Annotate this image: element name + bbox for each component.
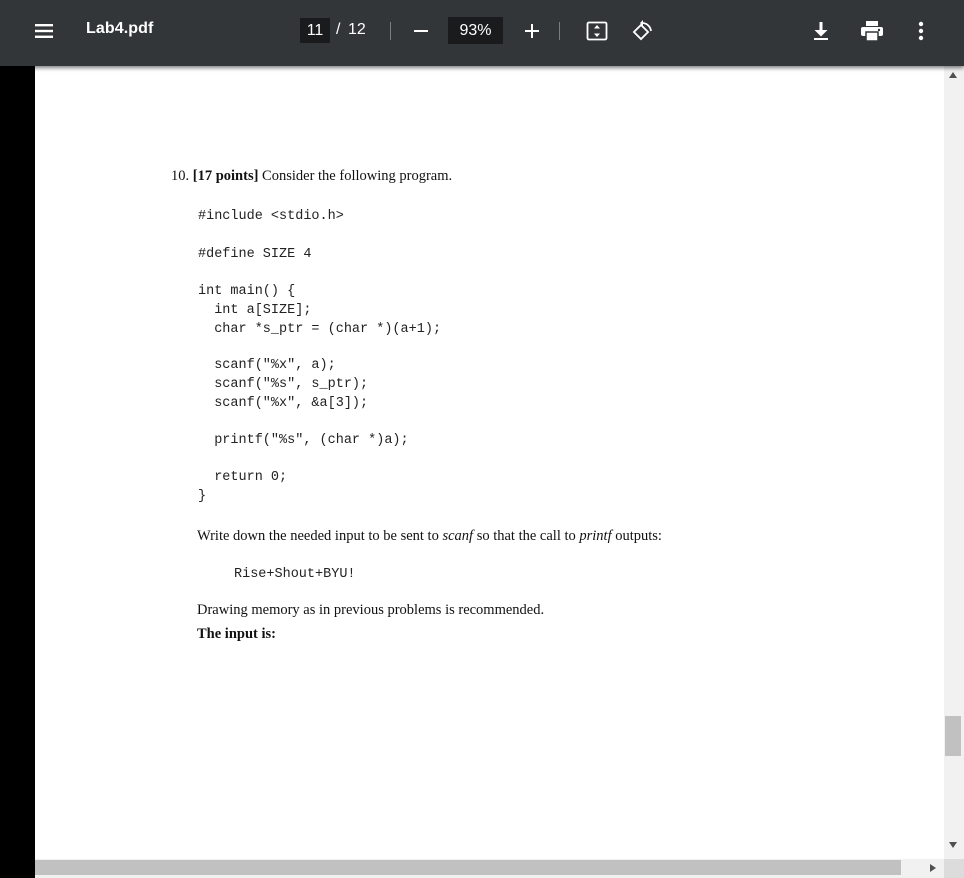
total-pages: 12 (348, 21, 366, 39)
printer-icon (860, 20, 884, 42)
code-close: } (198, 487, 206, 506)
pdf-toolbar: Lab4.pdf 11 / 12 93% (0, 0, 964, 66)
rotate-icon (630, 19, 654, 43)
download-icon (812, 21, 830, 41)
print-button[interactable] (858, 17, 886, 45)
instruction-text: Write down the needed input to be sent t… (197, 528, 662, 545)
zoom-out-button[interactable] (410, 17, 432, 45)
scrollbar-corner (944, 859, 964, 878)
zoom-in-button[interactable] (519, 17, 545, 45)
question-number: 10. (171, 168, 189, 184)
scroll-up-arrow-icon[interactable] (949, 72, 957, 78)
pdf-viewer: 10. [17 points] Consider the following p… (35, 66, 964, 878)
menu-button[interactable] (26, 15, 62, 47)
horizontal-scrollbar-thumb[interactable] (35, 860, 901, 875)
question-text: Consider the following program. (262, 168, 452, 184)
code-define: #define SIZE 4 (198, 245, 311, 264)
code-return: return 0; (198, 468, 287, 487)
question-heading: 10. [17 points] Consider the following p… (171, 168, 452, 185)
document-title: Lab4.pdf (86, 20, 153, 38)
recommendation-text: Drawing memory as in previous problems i… (197, 602, 544, 619)
scroll-down-arrow-icon[interactable] (949, 842, 957, 848)
horizontal-scrollbar[interactable] (35, 859, 944, 878)
code-printf: printf("%s", (char *)a); (198, 431, 409, 450)
page-separator: / (336, 21, 340, 39)
download-button[interactable] (808, 17, 834, 45)
question-points: [17 points] (193, 168, 259, 184)
minus-icon (413, 23, 429, 39)
plus-icon (524, 23, 540, 39)
vertical-scrollbar-thumb[interactable] (945, 716, 961, 756)
more-options-button[interactable] (908, 17, 934, 45)
toolbar-divider (390, 22, 391, 40)
code-main: int main() { int a[SIZE]; char *s_ptr = … (198, 282, 441, 339)
vertical-scrollbar[interactable] (944, 66, 964, 878)
page-number-input[interactable]: 11 (300, 18, 330, 43)
fit-to-page-button[interactable] (584, 17, 610, 45)
code-include: #include <stdio.h> (198, 207, 344, 226)
expected-output: Rise+Shout+BYU! (234, 565, 356, 584)
zoom-input[interactable]: 93% (448, 17, 503, 44)
more-vertical-icon (918, 21, 924, 41)
instruction-part: Write down the needed input to be sent t… (197, 528, 442, 544)
toolbar-divider (559, 22, 560, 40)
pdf-page: 10. [17 points] Consider the following p… (35, 66, 944, 859)
rotate-button[interactable] (628, 16, 656, 46)
scroll-right-arrow-icon[interactable] (930, 864, 936, 872)
code-scanf: scanf("%x", a); scanf("%s", s_ptr); scan… (198, 356, 368, 413)
instruction-part: outputs: (612, 528, 662, 544)
instruction-part: so that the call to (473, 528, 579, 544)
hamburger-menu-icon (34, 23, 54, 39)
input-label: The input is: (197, 626, 276, 643)
printf-term: printf (579, 528, 611, 544)
fit-to-page-icon (586, 21, 608, 41)
scanf-term: scanf (442, 528, 473, 544)
